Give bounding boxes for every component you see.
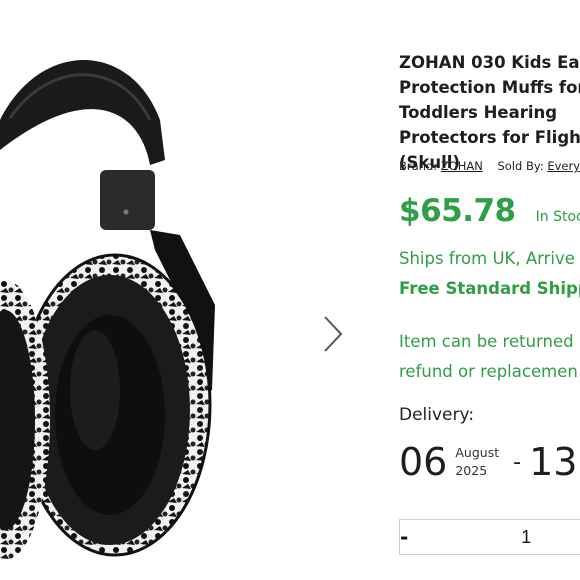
- brand-label: Brand:: [399, 159, 438, 173]
- returns-line-2: refund or replacemen: [399, 362, 578, 381]
- sold-by-label: Sold By:: [497, 159, 544, 173]
- delivery-start-day: 06: [399, 440, 448, 484]
- delivery-dates: 06 August 2025 - 13 A 2: [399, 440, 580, 484]
- product-meta: Brand: ZOHAN Sold By: EveryMa: [399, 159, 580, 173]
- ships-from-text: Ships from UK, Arrive: [399, 249, 575, 268]
- seller-link[interactable]: EveryMa: [547, 159, 580, 173]
- delivery-start-month: August: [455, 445, 500, 460]
- quantity-input[interactable]: [408, 525, 580, 549]
- delivery-separator: -: [513, 449, 522, 475]
- quantity-decrease-button[interactable]: -: [400, 525, 408, 549]
- brand-link[interactable]: ZOHAN: [441, 159, 483, 173]
- stock-status: In Stock: [535, 209, 580, 225]
- next-image-button[interactable]: [318, 312, 348, 356]
- product-image: [0, 60, 215, 560]
- delivery-start-month-year: August 2025: [455, 444, 499, 480]
- chevron-right-icon: [324, 316, 343, 352]
- returns-info: Item can be returned refund or replaceme…: [399, 327, 578, 387]
- delivery-end-day: 13: [529, 440, 578, 484]
- delivery-label: Delivery:: [399, 405, 475, 425]
- price-row: $65.78 In Stock: [399, 193, 580, 229]
- price: $65.78: [399, 193, 516, 229]
- returns-line-1: Item can be returned: [399, 332, 574, 351]
- free-shipping-text: Free Standard Shipp: [399, 279, 580, 298]
- quantity-stepper: - +: [399, 519, 580, 555]
- product-info-panel: ZOHAN 030 Kids Ear Protection Muffs for …: [399, 0, 580, 580]
- product-title: ZOHAN 030 Kids Ear Protection Muffs for …: [399, 53, 580, 172]
- delivery-start-year: 2025: [455, 463, 488, 478]
- product-image-gallery: [0, 0, 388, 580]
